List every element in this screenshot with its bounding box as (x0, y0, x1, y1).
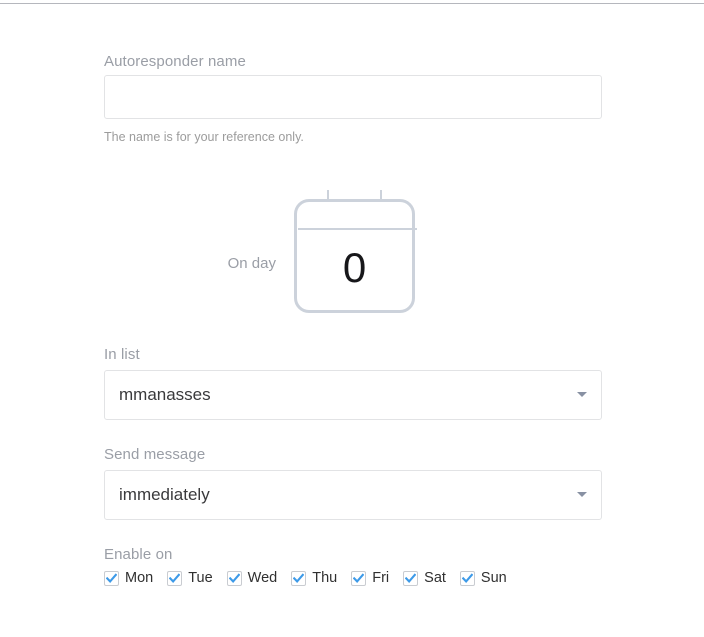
send-message-label: Send message (104, 446, 206, 463)
enable-day-tue[interactable]: Tue (167, 570, 213, 586)
checkbox-sat[interactable] (403, 570, 419, 586)
enable-day-label: Sat (424, 570, 446, 586)
enable-on-label: Enable on (104, 546, 173, 563)
check-icon (461, 572, 473, 583)
checkbox-sun[interactable] (459, 570, 475, 586)
check-icon (405, 572, 417, 583)
enable-day-thu[interactable]: Thu (291, 570, 337, 586)
checkbox-wed[interactable] (226, 570, 242, 586)
in-list-select[interactable]: mmanasses (104, 370, 602, 420)
checkbox-tue[interactable] (167, 570, 183, 586)
enable-day-wed[interactable]: Wed (226, 570, 278, 586)
enable-day-label: Wed (247, 570, 278, 586)
enable-day-label: Tue (188, 570, 213, 586)
check-icon (353, 572, 365, 583)
check-icon (106, 572, 117, 583)
enable-on-days: Mon Tue Wed Thu Fri Sat Sun (104, 570, 521, 586)
enable-day-fri[interactable]: Fri (351, 570, 389, 586)
enable-day-sat[interactable]: Sat (403, 570, 446, 586)
checkbox-thu[interactable] (291, 570, 307, 586)
chevron-down-icon (577, 392, 587, 397)
enable-day-label: Thu (312, 570, 338, 586)
autoresponder-name-help-text: The name is for your reference only. (104, 130, 304, 144)
enable-day-label: Fri (372, 570, 390, 586)
send-message-select[interactable]: immediately (104, 470, 602, 520)
enable-day-label: Mon (125, 570, 154, 586)
checkbox-fri[interactable] (351, 570, 367, 586)
check-icon (228, 572, 240, 583)
chevron-down-icon (577, 492, 587, 497)
autoresponder-form: Autoresponder name The name is for your … (0, 4, 704, 637)
in-list-label: In list (104, 346, 140, 363)
on-day-label: On day (227, 255, 276, 272)
check-icon (169, 572, 181, 583)
on-day-input[interactable] (297, 229, 412, 307)
calendar-icon (294, 190, 417, 313)
autoresponder-name-input[interactable] (104, 75, 602, 119)
in-list-selected-value: mmanasses (119, 385, 211, 404)
check-icon (293, 572, 305, 583)
checkbox-mon[interactable] (104, 570, 119, 586)
enable-day-mon[interactable]: Mon (104, 570, 153, 586)
autoresponder-name-label: Autoresponder name (104, 53, 246, 70)
enable-day-label: Sun (480, 570, 507, 586)
enable-day-sun[interactable]: Sun (459, 570, 507, 586)
send-message-selected-value: immediately (119, 485, 210, 504)
